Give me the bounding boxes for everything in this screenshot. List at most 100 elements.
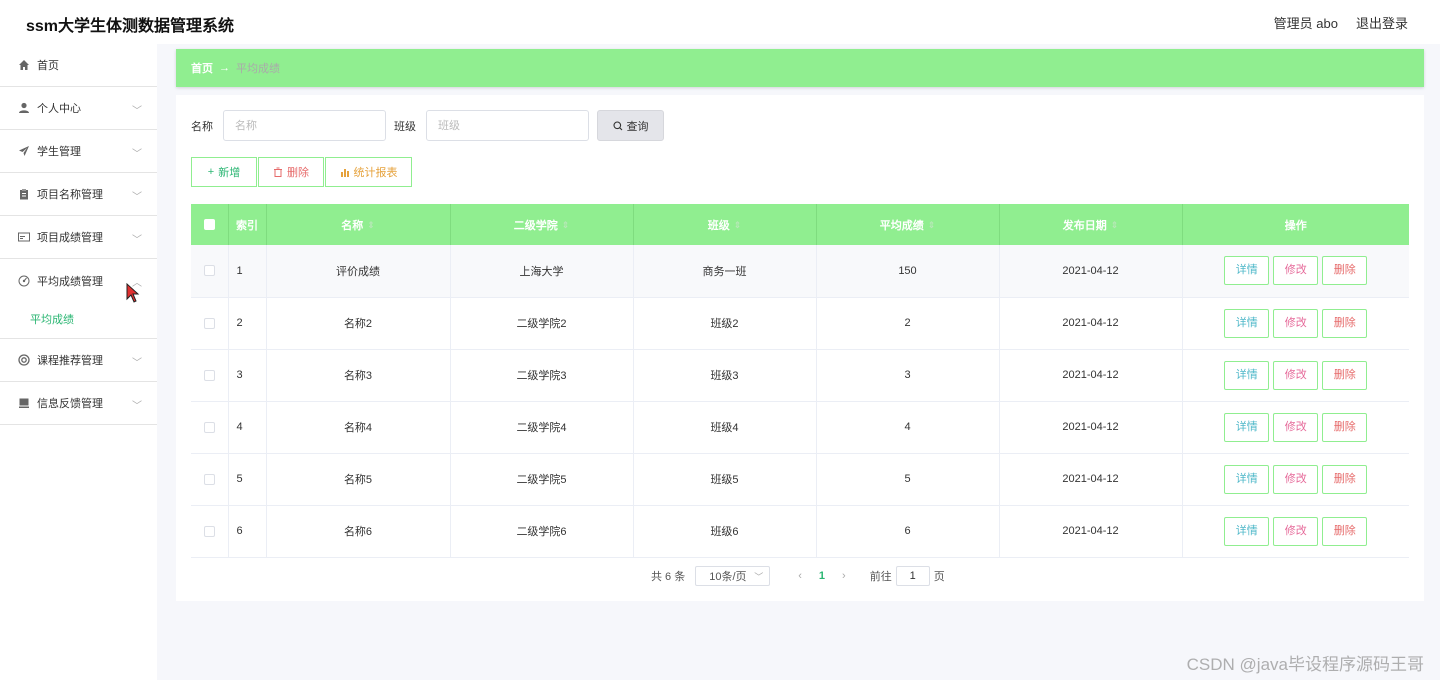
edit-button[interactable]: 修改 — [1273, 360, 1319, 390]
sort-icon[interactable]: ⇕ — [1111, 220, 1119, 231]
submenu-item-average[interactable]: 平均成绩 — [0, 302, 157, 327]
detail-button[interactable]: 详情 — [1224, 516, 1270, 546]
sidebar-item-label: 课程推荐管理 — [37, 355, 103, 367]
column-header[interactable]: 二级学院 ⇕ — [450, 204, 634, 245]
row-checkbox[interactable] — [203, 265, 215, 277]
feedback-icon — [18, 397, 30, 409]
row-college: 二级学院2 — [450, 297, 634, 349]
class-label: 班级 — [394, 120, 416, 133]
page-size-select[interactable]: 10条/页 ﹀ — [695, 566, 771, 586]
sidebar-item-course-recommend[interactable]: 课程推荐管理 ﹀ — [0, 339, 157, 382]
sidebar-item-feedback[interactable]: 信息反馈管理 ﹀ — [0, 382, 157, 425]
next-page-icon[interactable]: › — [842, 570, 846, 582]
breadcrumb-current: 平均成绩 — [236, 63, 280, 75]
edit-button[interactable]: 修改 — [1273, 516, 1319, 546]
sort-icon[interactable]: ⇕ — [367, 220, 375, 231]
data-table: 索引 名称 ⇕ 二级学院 ⇕ 班级 ⇕ 平均成绩 ⇕ 发布日期 ⇕ 操作 1 评价成绩 上… — [191, 204, 1409, 558]
row-delete-button[interactable]: 删除 — [1322, 412, 1368, 442]
search-button-label: 查询 — [626, 120, 649, 133]
total-count: 共 6 条 — [651, 571, 686, 583]
column-header[interactable]: 平均成绩 ⇕ — [816, 204, 1000, 245]
row-name: 名称2 — [266, 297, 451, 349]
detail-button[interactable]: 详情 — [1224, 412, 1270, 442]
add-button[interactable]: + 新增 — [191, 157, 257, 187]
class-search-input[interactable] — [426, 110, 589, 141]
row-actions: 详情 修改 删除 — [1182, 245, 1409, 297]
table-row: 4 名称4 二级学院4 班级4 4 2021-04-12 详情 修改 删除 — [191, 401, 1409, 453]
name-label: 名称 — [191, 120, 213, 133]
sidebar-item-project-scores[interactable]: 项目成绩管理 ﹀ — [0, 216, 157, 259]
detail-button[interactable]: 详情 — [1224, 360, 1270, 390]
column-header[interactable]: 发布日期 ⇕ — [999, 204, 1183, 245]
chevron-down-icon: ﹀ — [132, 106, 142, 117]
stats-report-button[interactable]: 统计报表 — [325, 157, 412, 187]
row-checkbox[interactable] — [203, 369, 215, 381]
sidebar-item-project-names[interactable]: 项目名称管理 ﹀ — [0, 173, 157, 216]
sort-icon[interactable]: ⇕ — [562, 220, 570, 231]
chevron-down-icon: ﹀ — [132, 235, 142, 246]
search-button[interactable]: 查询 — [597, 110, 664, 141]
dial-icon — [18, 275, 30, 287]
row-checkbox[interactable] — [203, 525, 215, 537]
select-all-cell — [191, 204, 229, 245]
name-search-input[interactable] — [223, 110, 386, 141]
arrow-right-icon: → — [219, 62, 230, 74]
bar-chart-icon — [340, 169, 349, 177]
detail-button[interactable]: 详情 — [1224, 256, 1270, 286]
page-number[interactable]: 1 — [819, 570, 825, 582]
row-class: 班级5 — [633, 453, 817, 505]
chevron-down-icon: ﹀ — [132, 401, 142, 412]
sort-icon[interactable]: ⇕ — [928, 220, 936, 231]
sidebar: 首页 个人中心 ﹀ 学生管理 ﹀ 项目名称管理 ﹀ 项目成绩管理 ﹀ 平均成绩管… — [0, 44, 157, 680]
delete-button[interactable]: 删除 — [258, 157, 324, 187]
add-button-label: 新增 — [218, 167, 241, 179]
row-index: 5 — [228, 453, 267, 505]
row-college: 上海大学 — [450, 245, 634, 297]
watermark: CSDN @java毕设程序源码王哥 — [1186, 655, 1424, 674]
user-label[interactable]: 管理员 abo — [1274, 13, 1338, 32]
page-suffix: 页 — [933, 571, 945, 583]
mouse-cursor-icon — [126, 283, 140, 303]
row-college: 二级学院3 — [450, 349, 634, 401]
prev-page-icon[interactable]: ‹ — [798, 570, 802, 582]
column-header[interactable]: 班级 ⇕ — [633, 204, 817, 245]
row-delete-button[interactable]: 删除 — [1322, 308, 1368, 338]
edit-button[interactable]: 修改 — [1273, 308, 1319, 338]
detail-button[interactable]: 详情 — [1224, 308, 1270, 338]
delete-button-label: 删除 — [287, 167, 309, 179]
edit-button[interactable]: 修改 — [1273, 464, 1319, 494]
sidebar-item-home[interactable]: 首页 — [0, 44, 157, 87]
sidebar-item-profile[interactable]: 个人中心 ﹀ — [0, 87, 157, 130]
edit-button[interactable]: 修改 — [1273, 256, 1319, 286]
breadcrumb-home[interactable]: 首页 — [191, 60, 213, 76]
select-all-checkbox[interactable] — [203, 219, 215, 231]
sidebar-item-label: 首页 — [37, 60, 59, 72]
row-delete-button[interactable]: 删除 — [1322, 464, 1368, 494]
row-average: 6 — [816, 505, 1000, 557]
row-index: 3 — [228, 349, 267, 401]
logout-link[interactable]: 退出登录 — [1356, 13, 1408, 32]
card-icon — [18, 231, 30, 243]
detail-button[interactable]: 详情 — [1224, 464, 1270, 494]
column-header[interactable]: 名称 ⇕ — [266, 204, 451, 245]
row-date: 2021-04-12 — [999, 505, 1183, 557]
row-actions: 详情 修改 删除 — [1182, 297, 1409, 349]
sidebar-item-label: 信息反馈管理 — [37, 398, 103, 410]
column-header: 操作 — [1284, 219, 1307, 232]
row-actions: 详情 修改 删除 — [1182, 505, 1409, 557]
search-icon — [612, 120, 622, 130]
row-checkbox[interactable] — [203, 473, 215, 485]
edit-button[interactable]: 修改 — [1273, 412, 1319, 442]
column-header: 索引 — [228, 204, 267, 245]
goto-page-input[interactable] — [895, 566, 930, 586]
submenu: 平均成绩 — [0, 302, 157, 339]
table-row: 6 名称6 二级学院6 班级6 6 2021-04-12 详情 修改 删除 — [191, 505, 1409, 557]
row-delete-button[interactable]: 删除 — [1322, 256, 1368, 286]
row-checkbox[interactable] — [203, 317, 215, 329]
row-delete-button[interactable]: 删除 — [1322, 516, 1368, 546]
sidebar-item-students[interactable]: 学生管理 ﹀ — [0, 130, 157, 173]
sort-icon[interactable]: ⇕ — [734, 220, 742, 231]
row-average: 150 — [816, 245, 1000, 297]
row-checkbox[interactable] — [203, 421, 215, 433]
row-delete-button[interactable]: 删除 — [1322, 360, 1368, 390]
